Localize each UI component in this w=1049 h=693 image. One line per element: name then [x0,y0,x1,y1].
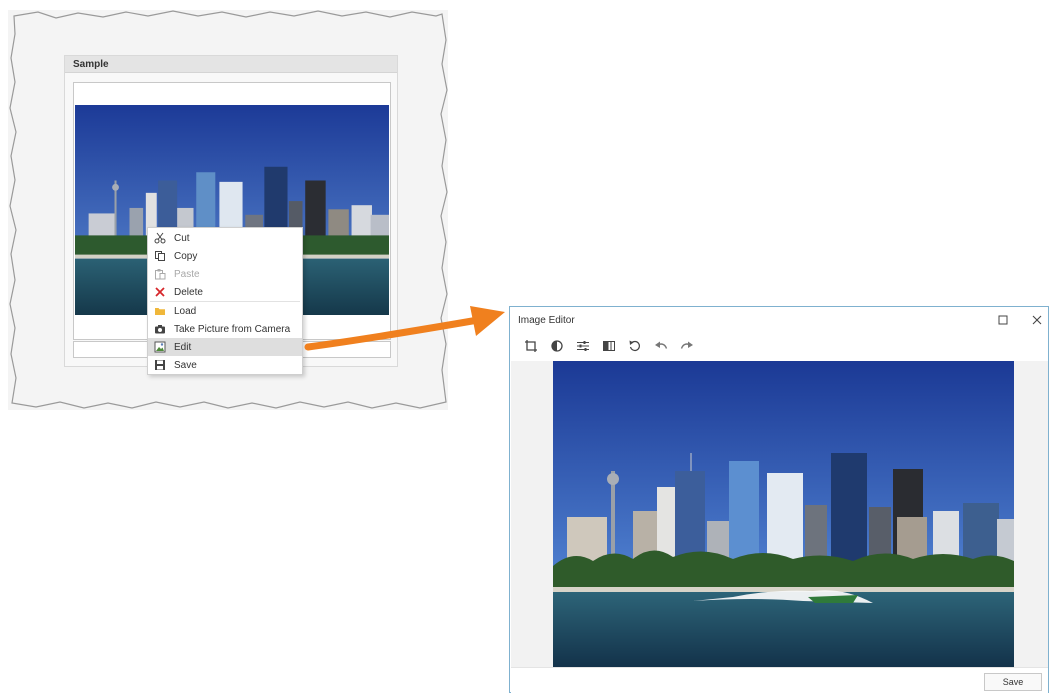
image-editor-dialog: Image Editor Save [509,306,1049,693]
copy-icon [154,250,166,262]
context-menu: Cut Copy Paste Delete Load Take Picture … [147,227,303,375]
editor-image[interactable] [553,361,1014,667]
undo-button[interactable] [650,336,672,358]
dialog-title-bar: Image Editor [510,307,1048,333]
rotate-icon [628,339,642,356]
adjust-sliders-icon [576,339,590,356]
orange-arrow [304,306,505,351]
editor-toolbar [510,333,1048,361]
redo-icon [680,339,694,356]
menu-item-label: Edit [174,341,192,353]
floppy-disk-icon [154,359,166,371]
menu-item-label: Take Picture from Camera [174,323,291,335]
camera-icon [154,323,166,335]
adjust-button[interactable] [572,336,594,358]
paste-icon [154,268,166,280]
close-icon [1032,312,1042,328]
menu-item-label: Save [174,359,197,371]
menu-item-save[interactable]: Save [148,356,302,374]
contrast-button[interactable] [546,336,568,358]
redo-button[interactable] [676,336,698,358]
sample-header: Sample [65,56,397,73]
maximize-icon [998,312,1008,328]
edit-image-icon [154,341,166,353]
menu-item-label: Cut [174,232,190,244]
editor-canvas[interactable] [511,361,1048,667]
menu-item-edit[interactable]: Edit [148,338,302,356]
crop-icon [524,339,538,356]
dialog-title: Image Editor [518,314,575,326]
flip-icon [602,339,616,356]
menu-item-take-picture[interactable]: Take Picture from Camera [148,320,302,338]
menu-item-label: Paste [174,268,200,280]
contrast-icon [550,339,564,356]
dialog-footer: Save [511,667,1048,693]
folder-icon [154,305,166,317]
menu-item-load[interactable]: Load [148,302,302,320]
menu-item-label: Copy [174,250,198,262]
menu-item-cut[interactable]: Cut [148,229,302,247]
save-button[interactable]: Save [984,673,1042,691]
close-button[interactable] [1028,311,1046,329]
maximize-button[interactable] [994,311,1012,329]
crop-button[interactable] [520,336,542,358]
flip-button[interactable] [598,336,620,358]
menu-item-delete[interactable]: Delete [148,283,302,301]
rotate-button[interactable] [624,336,646,358]
menu-item-copy[interactable]: Copy [148,247,302,265]
scissors-icon [154,232,166,244]
menu-item-label: Delete [174,286,203,298]
undo-icon [654,339,668,356]
menu-item-paste[interactable]: Paste [148,265,302,283]
menu-item-label: Load [174,305,197,317]
delete-x-icon [154,286,166,298]
